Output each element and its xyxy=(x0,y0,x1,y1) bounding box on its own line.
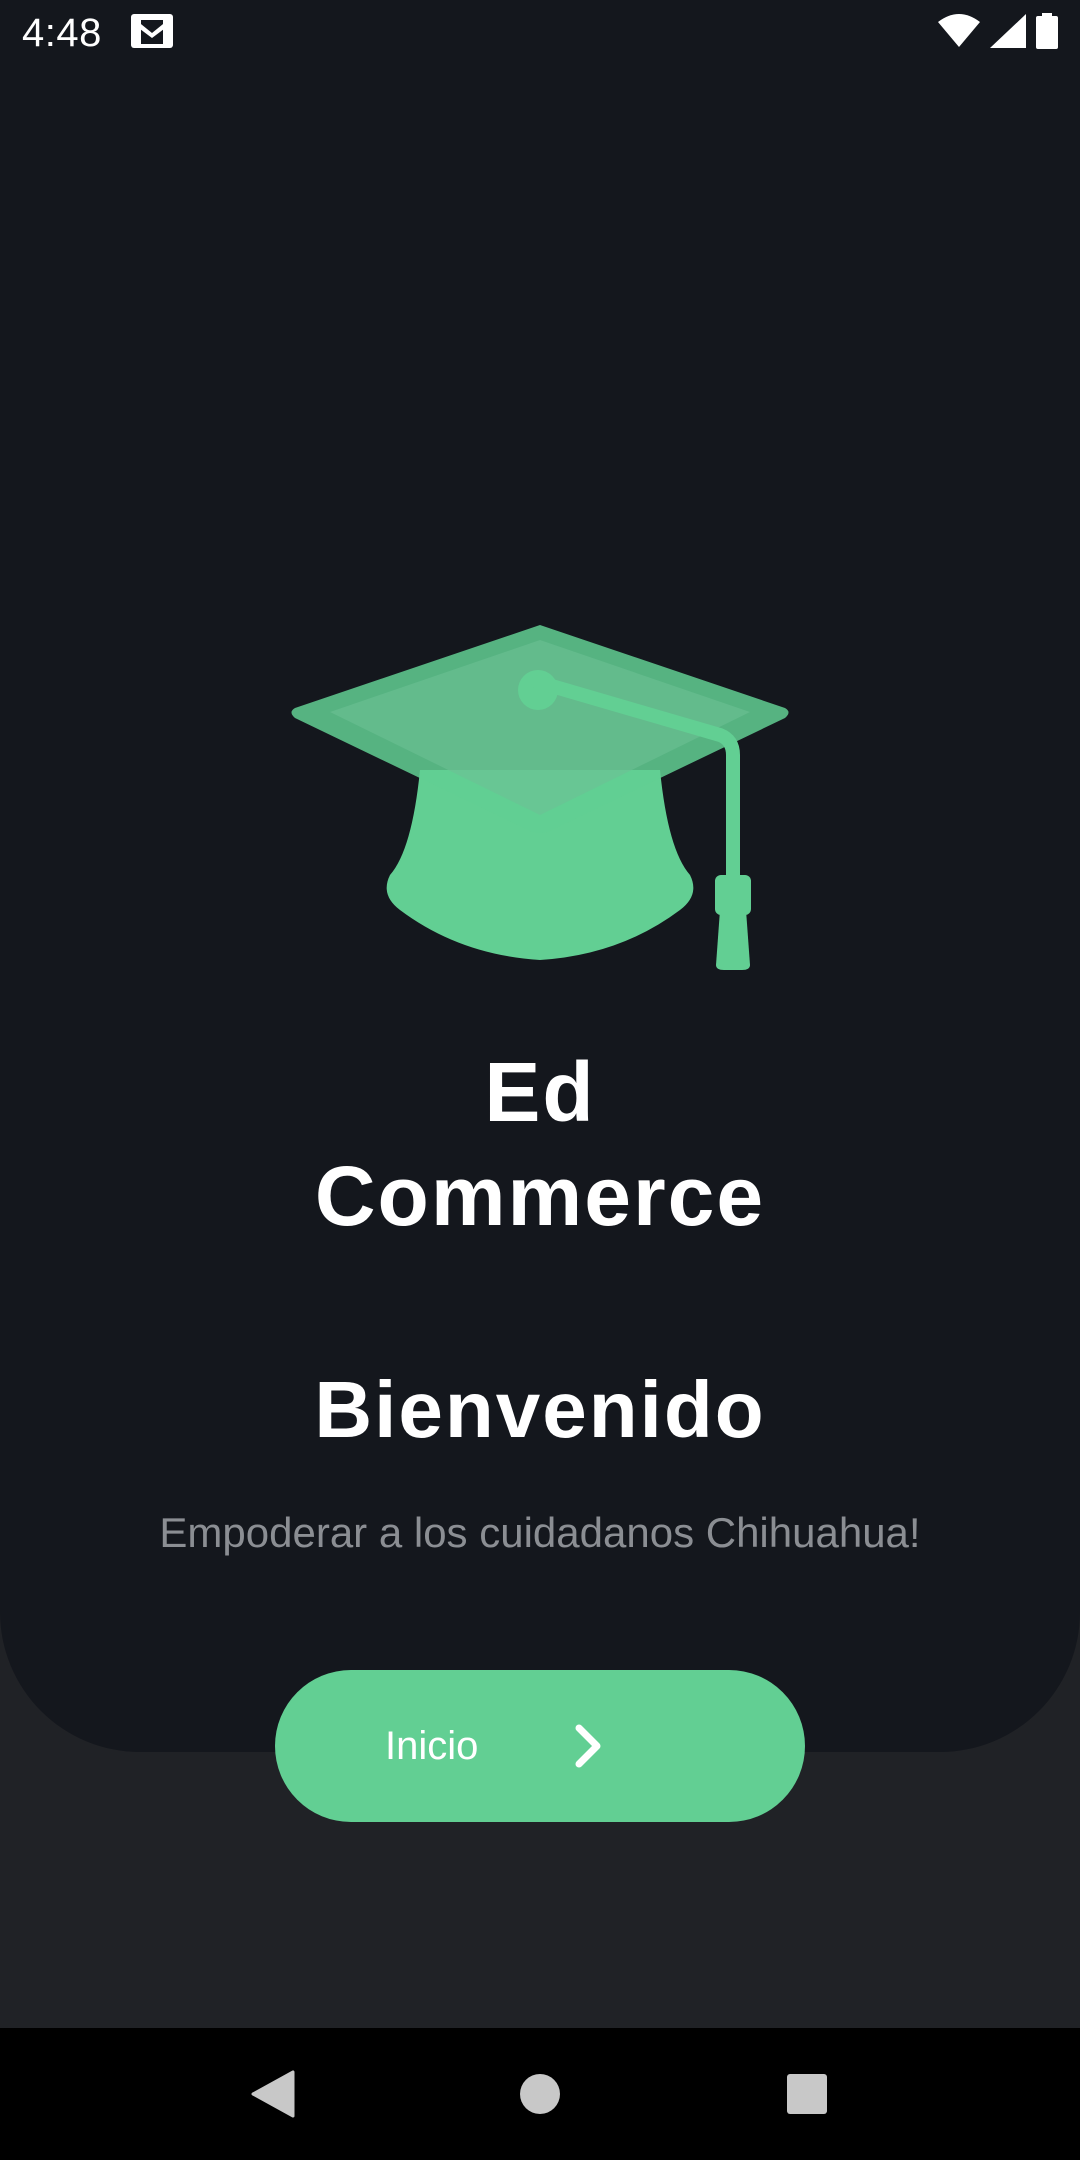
home-icon[interactable] xyxy=(500,2054,580,2134)
app-title: Ed Commerce xyxy=(0,1040,1080,1248)
welcome-screen: 4:48 Ed Commerce Bienvenido Empoderar a … xyxy=(0,0,1080,2160)
battery-icon xyxy=(1036,12,1058,54)
tagline: Empoderar a los cuidadanos Chihuahua! xyxy=(159,1509,921,1556)
gmail-icon xyxy=(130,13,174,54)
back-icon[interactable] xyxy=(233,2054,313,2134)
app-title-text: Ed Commerce xyxy=(314,1045,766,1243)
welcome-heading: Bienvenido xyxy=(314,1365,766,1454)
status-bar: 4:48 xyxy=(0,0,1080,66)
wifi-icon xyxy=(938,13,980,53)
start-button-label: Inicio xyxy=(385,1724,479,1768)
status-time: 4:48 xyxy=(22,10,102,55)
recents-icon[interactable] xyxy=(767,2054,847,2134)
signal-icon xyxy=(990,13,1026,53)
start-button[interactable]: Inicio xyxy=(275,1670,805,1822)
chevron-right-icon xyxy=(565,1722,613,1770)
navigation-bar xyxy=(0,2028,1080,2160)
graduation-cap-icon xyxy=(290,620,790,975)
